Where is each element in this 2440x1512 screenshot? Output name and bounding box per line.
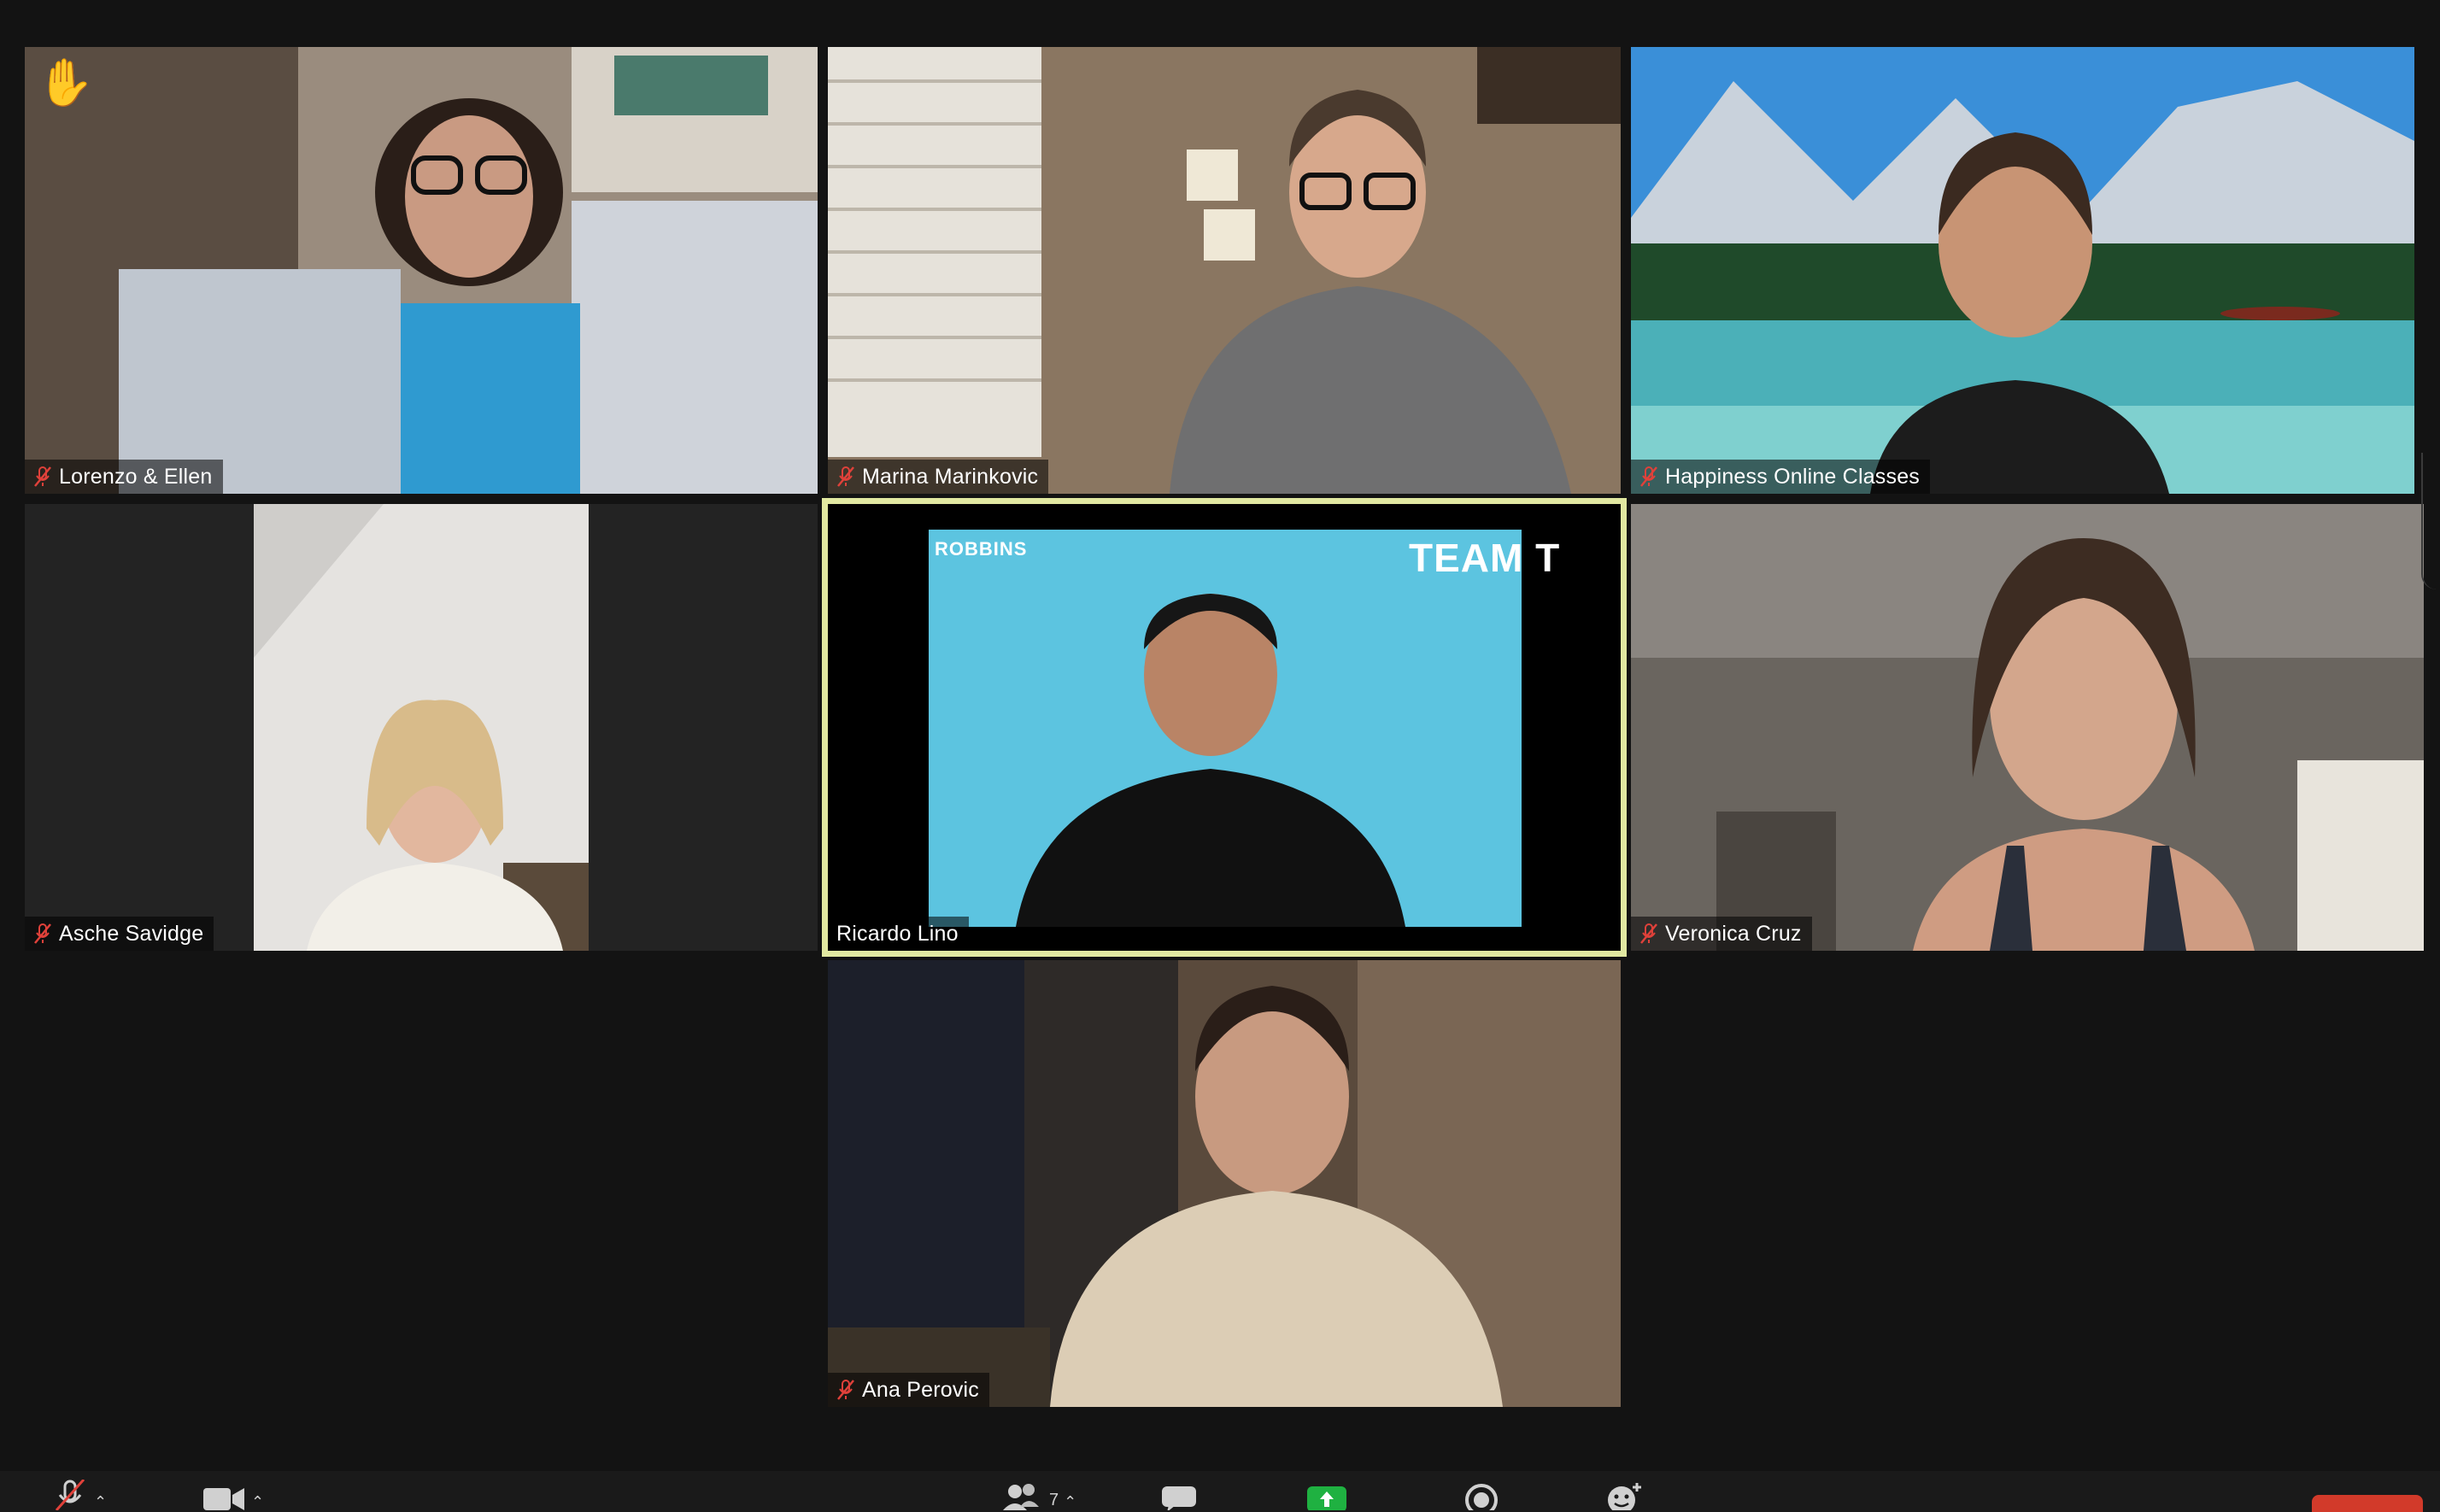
participant-name-tag: Ricardo Lino: [828, 917, 969, 951]
video-camera-icon: [203, 1488, 244, 1510]
meeting-toolbar: ⌃ ⌃ 7 ⌃: [0, 1471, 2440, 1512]
chat-icon: [1162, 1486, 1196, 1510]
participant-video: [25, 47, 818, 494]
participant-tile-ana-perovic[interactable]: Ana Perovic: [828, 960, 1621, 1407]
microphone-muted-icon: [1640, 923, 1657, 944]
participants-button[interactable]: 7 ⌃: [1000, 1481, 1076, 1510]
side-panel-edge[interactable]: [2421, 453, 2440, 589]
raised-hand-icon: ✋: [37, 56, 95, 109]
chevron-up-icon[interactable]: ⌃: [251, 1493, 264, 1510]
microphone-muted-icon: [1640, 466, 1657, 487]
chevron-up-icon[interactable]: ⌃: [1064, 1493, 1076, 1510]
participant-name: Lorenzo & Ellen: [59, 464, 213, 489]
reactions-button[interactable]: [1604, 1481, 1644, 1510]
share-screen-icon: [1307, 1486, 1346, 1510]
zoom-gallery-view: ✋ Lorenzo & Ellen Marina Marinkovic Happ…: [0, 0, 2440, 1512]
participant-tile-lorenzo-ellen[interactable]: ✋ Lorenzo & Ellen: [25, 47, 818, 494]
participant-count: 7: [1049, 1491, 1059, 1509]
participant-video: [25, 504, 818, 951]
participant-video: [828, 960, 1621, 1407]
video-button[interactable]: ⌃: [202, 1481, 264, 1510]
microphone-muted-icon: [837, 1380, 854, 1400]
participant-name-tag: Veronica Cruz: [1631, 917, 1812, 951]
participant-video: [1631, 504, 2424, 951]
participant-tile-marina-marinkovic[interactable]: Marina Marinkovic: [828, 47, 1621, 494]
end-meeting-button[interactable]: [2312, 1495, 2423, 1512]
chat-button[interactable]: [1160, 1481, 1199, 1510]
participant-video: [1631, 47, 2414, 494]
participant-name: Marina Marinkovic: [862, 464, 1039, 489]
reactions-icon: [1608, 1483, 1641, 1510]
participant-name-tag: Ana Perovic: [828, 1373, 989, 1407]
participant-name: Happiness Online Classes: [1665, 464, 1921, 489]
mute-button[interactable]: ⌃: [51, 1480, 107, 1510]
video-overlay-text-right: TEAM T: [1409, 536, 1561, 580]
chevron-up-icon[interactable]: ⌃: [94, 1493, 107, 1510]
video-overlay-text-left: ROBBINS: [935, 538, 1028, 560]
record-button[interactable]: [1463, 1481, 1500, 1510]
record-icon: [1465, 1484, 1498, 1510]
participant-name-tag: Asche Savidge: [25, 917, 214, 951]
microphone-muted-icon: [34, 466, 51, 487]
microphone-muted-icon: [837, 466, 854, 487]
microphone-muted-icon: [55, 1480, 85, 1510]
participant-name-tag: Lorenzo & Ellen: [25, 460, 223, 494]
participant-name: Ana Perovic: [862, 1377, 979, 1402]
participant-video: [828, 47, 1621, 494]
participant-name: Ricardo Lino: [836, 921, 959, 946]
participant-name: Veronica Cruz: [1665, 921, 1802, 946]
participants-icon: [1003, 1484, 1039, 1510]
share-screen-button[interactable]: [1305, 1481, 1348, 1510]
microphone-muted-icon: [34, 923, 51, 944]
participant-name-tag: Marina Marinkovic: [828, 460, 1049, 494]
participant-name: Asche Savidge: [59, 921, 204, 946]
participant-tile-veronica-cruz[interactable]: Veronica Cruz: [1631, 504, 2424, 951]
participant-tile-asche-savidge[interactable]: Asche Savidge: [25, 504, 818, 951]
participant-tile-happiness-online-classes[interactable]: Happiness Online Classes: [1631, 47, 2414, 494]
participant-name-tag: Happiness Online Classes: [1631, 460, 1931, 494]
participant-tile-ricardo-lino[interactable]: ROBBINS TEAM T Ricardo Lino: [822, 498, 1627, 957]
